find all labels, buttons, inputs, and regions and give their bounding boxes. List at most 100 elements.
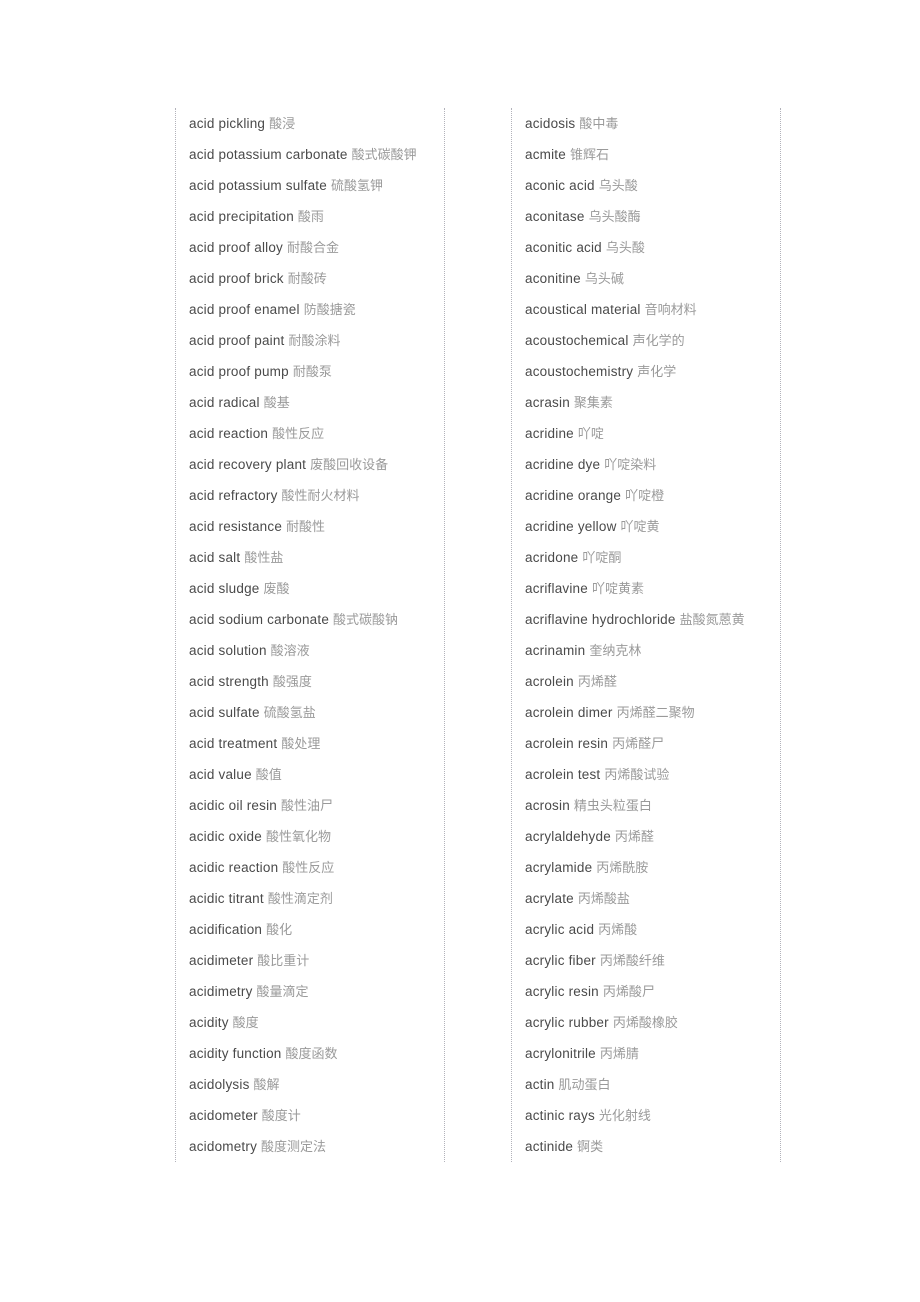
glossary-entry: acrosin 精虫头粒蛋白 bbox=[512, 790, 780, 821]
entry-gloss: 酸度测定法 bbox=[261, 1140, 327, 1155]
entry-term: acrylate bbox=[525, 891, 574, 906]
entry-term: actinide bbox=[525, 1139, 574, 1154]
entry-gloss: 酸式碳酸钠 bbox=[333, 613, 399, 628]
glossary-entry: acidosis 酸中毒 bbox=[512, 108, 780, 139]
entry-gloss: 丙烯醛 bbox=[577, 675, 617, 690]
entry-gloss: 酸度 bbox=[232, 1016, 259, 1031]
glossary-entry: acid potassium sulfate 硫酸氢钾 bbox=[176, 170, 444, 201]
entry-gloss: 酸性滴定剂 bbox=[267, 892, 333, 907]
glossary-entry: acidity function 酸度函数 bbox=[176, 1038, 444, 1069]
glossary-entry: acidification 酸化 bbox=[176, 914, 444, 945]
entry-gloss: 光化射线 bbox=[598, 1109, 651, 1124]
glossary-entry: acridine orange 吖啶橙 bbox=[512, 480, 780, 511]
entry-term: acidometer bbox=[189, 1108, 258, 1123]
glossary-entry: acid resistance 耐酸性 bbox=[176, 511, 444, 542]
entry-gloss: 酸中毒 bbox=[579, 117, 619, 132]
entry-term: acrolein resin bbox=[525, 736, 609, 751]
entry-term: acid reaction bbox=[189, 426, 269, 441]
entry-term: aconitase bbox=[525, 209, 585, 224]
glossary-entry: acidolysis 酸解 bbox=[176, 1069, 444, 1100]
entry-gloss: 音响材料 bbox=[644, 303, 697, 318]
entry-term: aconitic acid bbox=[525, 240, 602, 255]
entry-term: acrasin bbox=[525, 395, 570, 410]
entry-gloss: 耐酸砖 bbox=[287, 272, 327, 287]
glossary-entry: acidity 酸度 bbox=[176, 1007, 444, 1038]
entry-term: acoustochemical bbox=[525, 333, 629, 348]
entry-term: acidic titrant bbox=[189, 891, 264, 906]
entry-gloss: 废酸回收设备 bbox=[310, 458, 389, 473]
entry-gloss: 丙烯醛 bbox=[614, 830, 654, 845]
entry-term: acrolein bbox=[525, 674, 574, 689]
entry-gloss: 硫酸氢钾 bbox=[330, 179, 383, 194]
entry-gloss: 耐酸合金 bbox=[287, 241, 340, 256]
glossary-entry: acridine yellow 吖啶黄 bbox=[512, 511, 780, 542]
entry-gloss: 酸化 bbox=[266, 923, 293, 938]
entry-gloss: 丙烯醛二聚物 bbox=[616, 706, 695, 721]
entry-term: acidosis bbox=[525, 116, 576, 131]
entry-term: acrolein test bbox=[525, 767, 601, 782]
entry-term: aconitine bbox=[525, 271, 581, 286]
glossary-entry: acrolein 丙烯醛 bbox=[512, 666, 780, 697]
entry-gloss: 酸性耐火材料 bbox=[281, 489, 360, 504]
glossary-entry: acidimeter 酸比重计 bbox=[176, 945, 444, 976]
entry-term: acrylic rubber bbox=[525, 1015, 609, 1030]
entry-term: acid treatment bbox=[189, 736, 278, 751]
entry-term: acid proof enamel bbox=[189, 302, 300, 317]
entry-term: acrinamin bbox=[525, 643, 586, 658]
entry-gloss: 声化学 bbox=[637, 365, 677, 380]
glossary-entry: acidic oil resin 酸性油尸 bbox=[176, 790, 444, 821]
glossary-entry: acid value 酸值 bbox=[176, 759, 444, 790]
entry-term: acridine yellow bbox=[525, 519, 617, 534]
entry-term: acid precipitation bbox=[189, 209, 294, 224]
entry-gloss: 硫酸氢盐 bbox=[263, 706, 316, 721]
entry-gloss: 丙烯酸尸 bbox=[602, 985, 655, 1000]
entry-gloss: 酸度计 bbox=[261, 1109, 301, 1124]
entry-gloss: 奎纳克林 bbox=[589, 644, 642, 659]
entry-term: acid strength bbox=[189, 674, 269, 689]
entry-term: acid salt bbox=[189, 550, 241, 565]
glossary-entry: acid sodium carbonate 酸式碳酸钠 bbox=[176, 604, 444, 635]
entry-term: acrylaldehyde bbox=[525, 829, 611, 844]
glossary-entry: acrinamin 奎纳克林 bbox=[512, 635, 780, 666]
entry-gloss: 酸性盐 bbox=[244, 551, 284, 566]
entry-term: acridine bbox=[525, 426, 574, 441]
glossary-entry: acrylic fiber 丙烯酸纤维 bbox=[512, 945, 780, 976]
glossary-entry: acrylic rubber 丙烯酸橡胶 bbox=[512, 1007, 780, 1038]
entry-gloss: 酸值 bbox=[255, 768, 282, 783]
entry-term: acidity bbox=[189, 1015, 229, 1030]
entry-gloss: 丙烯醛尸 bbox=[612, 737, 665, 752]
entry-gloss: 酸性反应 bbox=[272, 427, 325, 442]
glossary-entry: acid reaction 酸性反应 bbox=[176, 418, 444, 449]
entry-gloss: 防酸搪瓷 bbox=[303, 303, 356, 318]
glossary-entry: actinide 锕类 bbox=[512, 1131, 780, 1162]
entry-term: acid solution bbox=[189, 643, 267, 658]
glossary-entry: aconitase 乌头酸酶 bbox=[512, 201, 780, 232]
entry-gloss: 耐酸性 bbox=[286, 520, 326, 535]
glossary-entry: acidic reaction 酸性反应 bbox=[176, 852, 444, 883]
glossary-entry: acid salt 酸性盐 bbox=[176, 542, 444, 573]
entry-gloss: 酸处理 bbox=[281, 737, 321, 752]
entry-gloss: 丙烯腈 bbox=[599, 1047, 639, 1062]
entry-gloss: 丙烯酰胺 bbox=[596, 861, 649, 876]
glossary-entry: actin 肌动蛋白 bbox=[512, 1069, 780, 1100]
glossary-entry: acidic titrant 酸性滴定剂 bbox=[176, 883, 444, 914]
glossary-entry: acid radical 酸基 bbox=[176, 387, 444, 418]
entry-gloss: 吖啶黄 bbox=[620, 520, 660, 535]
entry-gloss: 锥辉石 bbox=[569, 148, 609, 163]
glossary-entry: acridine 吖啶 bbox=[512, 418, 780, 449]
entry-term: acmite bbox=[525, 147, 566, 162]
glossary-entry: acidic oxide 酸性氧化物 bbox=[176, 821, 444, 852]
entry-term: acridine orange bbox=[525, 488, 622, 503]
entry-term: acid resistance bbox=[189, 519, 283, 534]
glossary-page: acid pickling 酸浸 acid potassium carbonate 酸… bbox=[0, 0, 920, 1302]
entry-term: acid potassium carbonate bbox=[189, 147, 348, 162]
entry-term: acidic oxide bbox=[189, 829, 262, 844]
entry-term: acidic oil resin bbox=[189, 798, 277, 813]
entry-gloss: 酸性反应 bbox=[282, 861, 335, 876]
glossary-entry: acid proof paint 耐酸涂料 bbox=[176, 325, 444, 356]
glossary-entry: acid proof pump 耐酸泵 bbox=[176, 356, 444, 387]
glossary-entry: acid pickling 酸浸 bbox=[176, 108, 444, 139]
entry-term: acrylonitrile bbox=[525, 1046, 596, 1061]
glossary-entry: acrylaldehyde 丙烯醛 bbox=[512, 821, 780, 852]
glossary-entry: acid proof enamel 防酸搪瓷 bbox=[176, 294, 444, 325]
